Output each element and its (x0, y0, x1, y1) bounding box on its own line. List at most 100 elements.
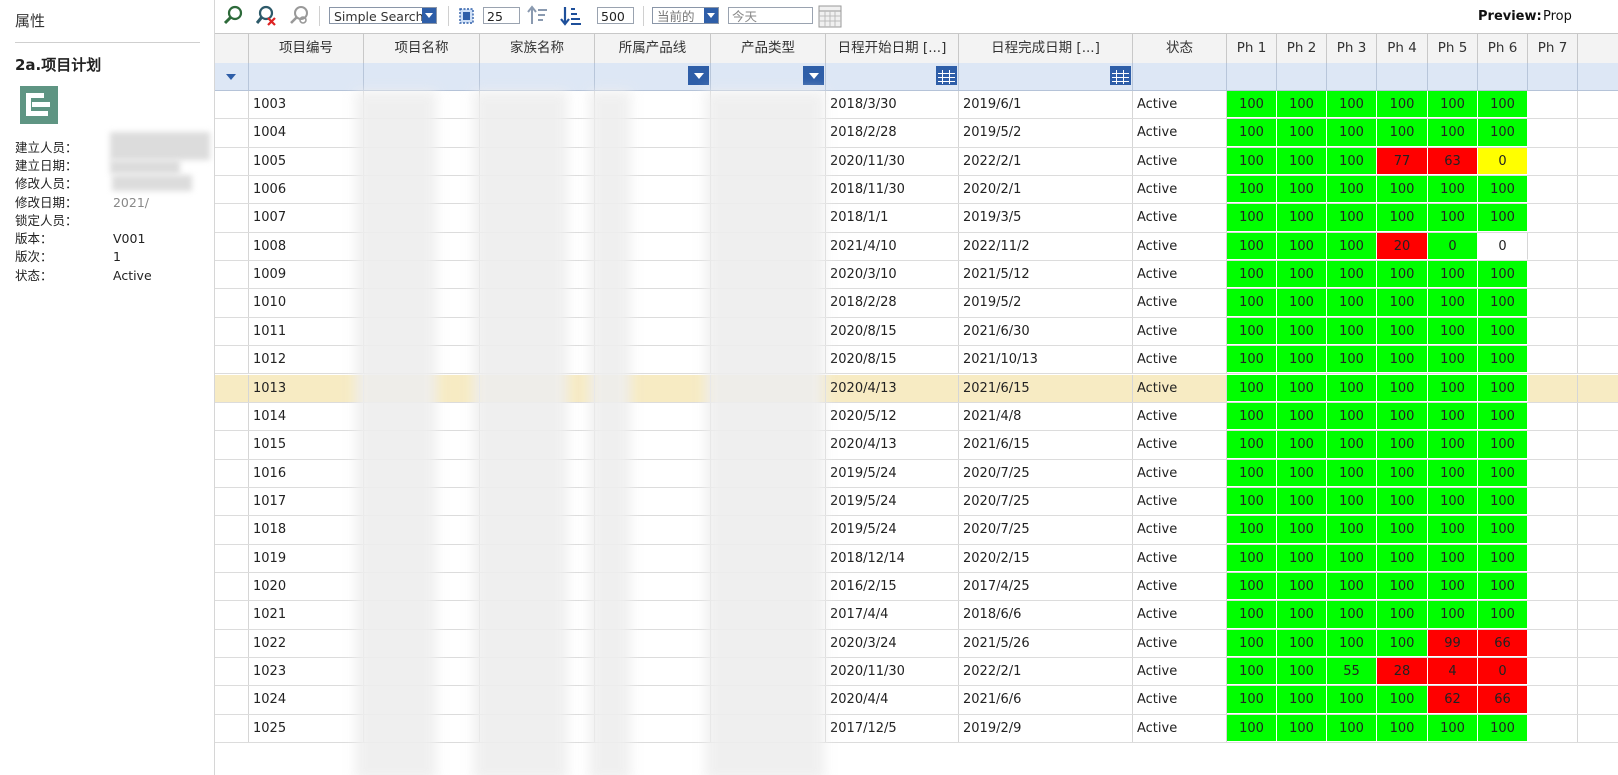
phase-3-cell: 100 (1327, 232, 1377, 261)
phase-7-cell (1528, 572, 1578, 601)
redacted-column (355, 91, 437, 775)
chevron-down-icon[interactable] (688, 66, 709, 85)
filter-product-line[interactable] (595, 63, 711, 90)
column-header-ph6[interactable]: Ph 6 (1478, 34, 1528, 63)
phase-5-cell: 100 (1428, 91, 1478, 119)
phase-1-cell: 100 (1227, 629, 1277, 657)
filter-status[interactable] (1133, 63, 1227, 90)
properties-panel: 属性 2a.项目计划 建立人员： 建立日期： 修改人员： 修改日期： 2021/… (0, 0, 215, 775)
sort-descending-icon[interactable] (560, 5, 582, 27)
filter-family-name[interactable] (480, 63, 595, 90)
filter-project-name[interactable] (364, 63, 480, 90)
end-date-cell: 2021/5/12 (959, 261, 1133, 289)
row-selector-cell (215, 544, 249, 572)
revision-filter-select[interactable]: 当前的 (652, 7, 719, 24)
search-mode-select[interactable]: Simple Search (329, 7, 437, 24)
filter-row-selector[interactable] (215, 63, 249, 90)
row-selector-header[interactable] (215, 34, 249, 63)
phase-1-cell: 100 (1227, 261, 1277, 289)
phase-7-cell (1528, 516, 1578, 544)
column-header-ph3[interactable]: Ph 3 (1327, 34, 1377, 63)
phase-6-cell: 100 (1478, 601, 1528, 629)
filter-project-number[interactable] (249, 63, 364, 90)
column-header-project-name[interactable]: 项目名称 (364, 34, 480, 63)
date-input[interactable]: 今天 (728, 7, 813, 24)
column-header-ph1[interactable]: Ph 1 (1227, 34, 1277, 63)
phase-4-cell: 100 (1377, 91, 1428, 119)
column-header-ph4[interactable]: Ph 4 (1377, 34, 1428, 63)
filter-end-date[interactable] (959, 63, 1133, 90)
phase-4-cell: 20 (1377, 232, 1428, 261)
column-header-status[interactable]: 状态 (1133, 34, 1227, 63)
column-header-ph7[interactable]: Ph 7 (1528, 34, 1578, 63)
filter-ph4[interactable] (1377, 63, 1428, 90)
calendar-icon[interactable] (818, 4, 842, 28)
prop-row-modifier: 修改人员： (15, 173, 113, 191)
column-header-ph5[interactable]: Ph 5 (1428, 34, 1478, 63)
row-selector-cell (215, 261, 249, 289)
filter-ph7[interactable] (1528, 63, 1578, 90)
start-date-cell: 2021/4/10 (826, 232, 959, 261)
phase-1-cell: 100 (1227, 204, 1277, 232)
phase-4-cell: 100 (1377, 346, 1428, 374)
phase-6-cell: 100 (1478, 374, 1528, 402)
prop-label: 修改人员： (15, 176, 78, 191)
phase-3-cell: 100 (1327, 91, 1377, 119)
phase-6-cell: 100 (1478, 459, 1528, 487)
phase-5-cell: 99 (1428, 629, 1478, 657)
project-number-cell: 1021 (249, 601, 364, 629)
column-header-family-name[interactable]: 家族名称 (480, 34, 595, 63)
phase-4-cell: 100 (1377, 261, 1428, 289)
project-number-cell: 1011 (249, 317, 364, 346)
phase-7-cell (1528, 658, 1578, 686)
filter-ph3[interactable] (1327, 63, 1377, 90)
redacted-modifier (112, 175, 192, 191)
filter-product-type[interactable] (711, 63, 826, 90)
phase-2-cell: 100 (1277, 317, 1327, 346)
project-number-cell: 1025 (249, 714, 364, 743)
search-icon[interactable] (222, 5, 244, 27)
project-number-cell: 1024 (249, 686, 364, 714)
status-cell: Active (1133, 686, 1227, 714)
start-date-cell: 2018/12/14 (826, 544, 959, 572)
phase-1-cell: 100 (1227, 431, 1277, 459)
project-number-cell: 1008 (249, 232, 364, 261)
chevron-down-icon[interactable] (803, 66, 824, 85)
start-date-cell: 2020/11/30 (826, 147, 959, 176)
prop-row-creator: 建立人员： (15, 137, 113, 155)
column-header-end-date[interactable]: 日程完成日期 [...] (959, 34, 1133, 63)
status-cell: Active (1133, 459, 1227, 487)
calendar-icon[interactable] (936, 66, 957, 85)
chevron-down-icon (704, 8, 718, 23)
start-date-cell: 2020/8/15 (826, 346, 959, 374)
clear-search-icon[interactable] (256, 5, 278, 27)
max-rows-input[interactable]: 500 (597, 7, 634, 24)
column-header-project-number[interactable]: 项目编号 (249, 34, 364, 63)
filter-ph5[interactable] (1428, 63, 1478, 90)
phase-7-cell (1528, 544, 1578, 572)
column-header-start-date[interactable]: 日程开始日期 [...] (826, 34, 959, 63)
prop-value: V001 (112, 231, 146, 246)
filter-ph2[interactable] (1277, 63, 1327, 90)
phase-3-cell: 100 (1327, 487, 1377, 516)
phase-2-cell: 100 (1277, 402, 1327, 431)
end-date-cell: 2020/7/25 (959, 516, 1133, 544)
column-header-ph2[interactable]: Ph 2 (1277, 34, 1327, 63)
filter-start-date[interactable] (826, 63, 959, 90)
phase-3-cell: 100 (1327, 204, 1377, 232)
filter-ph1[interactable] (1227, 63, 1277, 90)
project-number-cell: 1016 (249, 459, 364, 487)
phase-1-cell: 100 (1227, 346, 1277, 374)
advanced-search-icon[interactable] (288, 5, 310, 27)
grid-header: 项目编号 项目名称 家族名称 所属产品线 产品类型 日程开始日期 [...] 日… (215, 33, 1618, 64)
row-selector-cell (215, 176, 249, 204)
column-header-product-line[interactable]: 所属产品线 (595, 34, 711, 63)
phase-4-cell: 100 (1377, 431, 1428, 459)
column-header-product-type[interactable]: 产品类型 (711, 34, 826, 63)
calendar-icon[interactable] (1110, 66, 1131, 85)
project-number-cell: 1005 (249, 147, 364, 176)
page-size-input[interactable]: 25 (483, 7, 520, 24)
prop-label: 状态： (15, 268, 53, 283)
filter-ph6[interactable] (1478, 63, 1528, 90)
sort-ascending-icon[interactable] (527, 5, 549, 27)
